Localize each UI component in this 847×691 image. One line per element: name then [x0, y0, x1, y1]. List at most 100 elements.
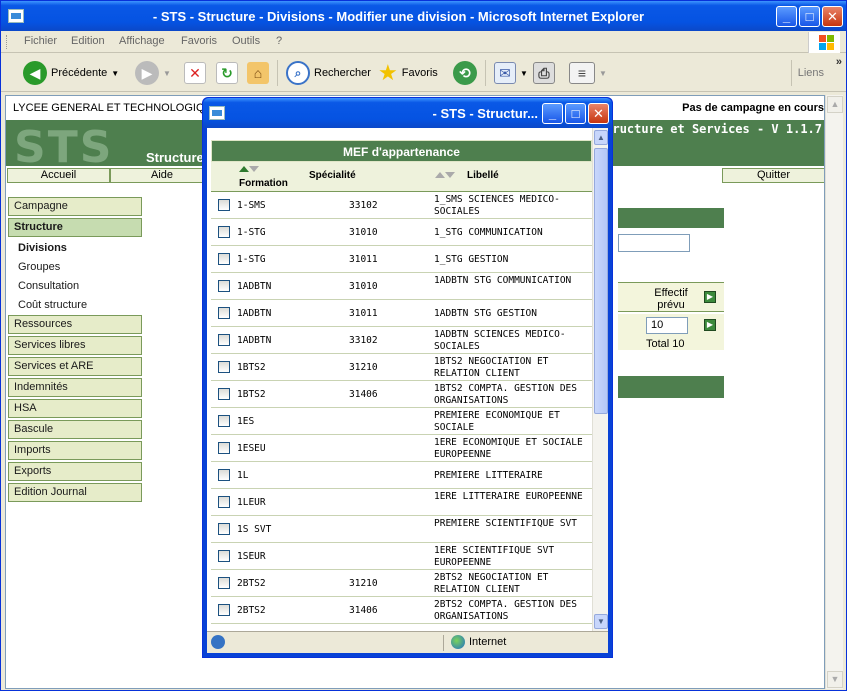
table-row[interactable]: 1ESEU 1ERE ECONOMIQUE ET SOCIALE EUROPEEN…	[211, 435, 592, 462]
scroll-thumb[interactable]	[594, 148, 608, 414]
menu-exports[interactable]: Exports	[8, 462, 142, 481]
menu-edition[interactable]: Edition	[71, 35, 105, 47]
nav-aide[interactable]: Aide	[110, 168, 214, 183]
submenu-groupes[interactable]: Groupes	[18, 261, 60, 273]
header-formation[interactable]: Formation	[239, 178, 288, 189]
home-button[interactable]: ⌂	[247, 59, 269, 87]
forward-button[interactable]: ▶ ▼	[135, 59, 171, 87]
chevron-down-icon: ▼	[599, 68, 607, 78]
popup-close-button[interactable]: ✕	[588, 103, 609, 124]
row-checkbox[interactable]	[218, 550, 230, 562]
arrow-right-icon[interactable]: ▶	[704, 319, 716, 331]
toolbar-separator	[485, 60, 486, 86]
menu-help[interactable]: ?	[276, 35, 282, 47]
scroll-up-icon[interactable]: ▲	[594, 130, 608, 145]
menu-outils[interactable]: Outils	[232, 35, 260, 47]
page-scrollbar[interactable]: ▲ ▼	[825, 95, 843, 689]
menu-indemnites[interactable]: Indemnités	[8, 378, 142, 397]
submenu-consultation[interactable]: Consultation	[18, 280, 79, 292]
row-checkbox[interactable]	[218, 496, 230, 508]
row-checkbox[interactable]	[218, 577, 230, 589]
sort-formation-icon[interactable]	[239, 164, 259, 175]
table-row[interactable]: 2GT2DE DETERMINATION	[211, 624, 592, 631]
table-row[interactable]: 1BTS2 31406 1BTS2 COMPTA. GESTION DES ORGA…	[211, 381, 592, 408]
maximize-button[interactable]: □	[799, 6, 820, 27]
effectif-input[interactable]: 10	[646, 317, 688, 334]
back-button[interactable]: ◀ Précédente ▼	[23, 59, 119, 87]
scroll-up-icon[interactable]: ▲	[827, 96, 843, 113]
nav-quitter[interactable]: Quitter	[722, 168, 824, 183]
table-row[interactable]: 1-STG 31011 1_STG GESTION	[211, 246, 592, 273]
popup-scrollbar[interactable]: ▲ ▼	[592, 128, 608, 631]
table-row[interactable]: 1SEUR 1ERE SCIENTIFIQUE SVT EUROPEENNE	[211, 543, 592, 570]
row-checkbox[interactable]	[218, 523, 230, 535]
title-bar[interactable]: - STS - Structure - Divisions - Modifier…	[1, 1, 846, 31]
history-button[interactable]: ⟲	[453, 59, 477, 87]
mail-button[interactable]: ✉ ▼	[494, 59, 528, 87]
menu-favoris[interactable]: Favoris	[181, 35, 217, 47]
row-checkbox[interactable]	[218, 307, 230, 319]
menu-affichage[interactable]: Affichage	[119, 35, 165, 47]
edit-button[interactable]: ≡ ▼	[569, 59, 607, 87]
menu-fichier[interactable]: Fichier	[24, 35, 57, 47]
table-row[interactable]: 1ADBTN 31011 1ADBTN STG GESTION	[211, 300, 592, 327]
division-name-input[interactable]	[618, 234, 690, 252]
favorites-button[interactable]: ★ Favoris	[378, 59, 438, 87]
print-button[interactable]: ⎙	[533, 59, 555, 87]
cell-libelle: PREMIERE LITTERAIRE	[434, 470, 543, 481]
row-checkbox[interactable]	[218, 226, 230, 238]
submenu-cout-structure[interactable]: Coût structure	[18, 299, 87, 311]
menu-hsa[interactable]: HSA	[8, 399, 142, 418]
menu-bascule[interactable]: Bascule	[8, 420, 142, 439]
table-row[interactable]: 1S SVT PREMIERE SCIENTIFIQUE SVT	[211, 516, 592, 543]
menu-campagne[interactable]: Campagne	[8, 197, 142, 216]
row-checkbox[interactable]	[218, 361, 230, 373]
header-libelle[interactable]: Libellé	[467, 170, 499, 181]
row-checkbox[interactable]	[218, 280, 230, 292]
submenu-divisions[interactable]: Divisions	[18, 242, 67, 254]
toolbar-chevron-icon[interactable]: »	[836, 56, 842, 68]
table-row[interactable]: 1ADBTN 31010 1ADBTN STG COMMUNICATION	[211, 273, 592, 300]
popup-minimize-button[interactable]: _	[542, 103, 563, 124]
row-checkbox[interactable]	[218, 199, 230, 211]
search-button[interactable]: ⌕ Rechercher	[286, 59, 371, 87]
menu-ressources[interactable]: Ressources	[8, 315, 142, 334]
row-checkbox[interactable]	[218, 604, 230, 616]
scroll-down-icon[interactable]: ▼	[827, 671, 843, 688]
row-checkbox[interactable]	[218, 469, 230, 481]
table-row[interactable]: 1LEUR 1ERE LITTERAIRE EUROPEENNE	[211, 489, 592, 516]
menu-imports[interactable]: Imports	[8, 441, 142, 460]
table-row[interactable]: 1ADBTN 33102 1ADBTN SCIENCES MEDICO-SOCIAL…	[211, 327, 592, 354]
table-row[interactable]: 1-STG 31010 1_STG COMMUNICATION	[211, 219, 592, 246]
row-checkbox[interactable]	[218, 334, 230, 346]
scroll-down-icon[interactable]: ▼	[594, 614, 608, 629]
table-row[interactable]: 2BTS2 31406 2BTS2 COMPTA. GESTION DES ORGA…	[211, 597, 592, 624]
stop-button[interactable]: ✕	[184, 59, 206, 87]
arrow-right-icon[interactable]: ▶	[704, 291, 716, 303]
windows-logo-icon	[808, 32, 840, 53]
menu-structure[interactable]: Structure	[8, 218, 142, 237]
table-row[interactable]: 2BTS2 31210 2BTS2 NEGOCIATION ET RELATION …	[211, 570, 592, 597]
header-specialite[interactable]: Spécialité	[309, 170, 356, 181]
menu-edition-journal[interactable]: Edition Journal	[8, 483, 142, 502]
cell-formation: 1ADBTN	[237, 308, 272, 319]
forward-icon: ▶	[135, 61, 159, 85]
row-checkbox[interactable]	[218, 388, 230, 400]
links-label[interactable]: Liens	[798, 67, 824, 79]
minimize-button[interactable]: _	[776, 6, 797, 27]
refresh-button[interactable]: ↻	[216, 59, 238, 87]
popup-title-bar[interactable]: - STS - Structur... _ □ ✕	[203, 98, 612, 128]
row-checkbox[interactable]	[218, 253, 230, 265]
menu-services-libres[interactable]: Services libres	[8, 336, 142, 355]
menu-services-are[interactable]: Services et ARE	[8, 357, 142, 376]
sort-libelle-icon[interactable]	[435, 170, 455, 181]
popup-maximize-button[interactable]: □	[565, 103, 586, 124]
close-button[interactable]: ✕	[822, 6, 843, 27]
table-row[interactable]: 1-SMS 33102 1_SMS SCIENCES MEDICO-SOCIALES	[211, 192, 592, 219]
table-row[interactable]: 1ES PREMIERE ECONOMIQUE ET SOCIALE	[211, 408, 592, 435]
row-checkbox[interactable]	[218, 415, 230, 427]
nav-accueil[interactable]: Accueil	[7, 168, 110, 183]
row-checkbox[interactable]	[218, 442, 230, 454]
table-row[interactable]: 1BTS2 31210 1BTS2 NEGOCIATION ET RELATION …	[211, 354, 592, 381]
table-row[interactable]: 1L PREMIERE LITTERAIRE	[211, 462, 592, 489]
